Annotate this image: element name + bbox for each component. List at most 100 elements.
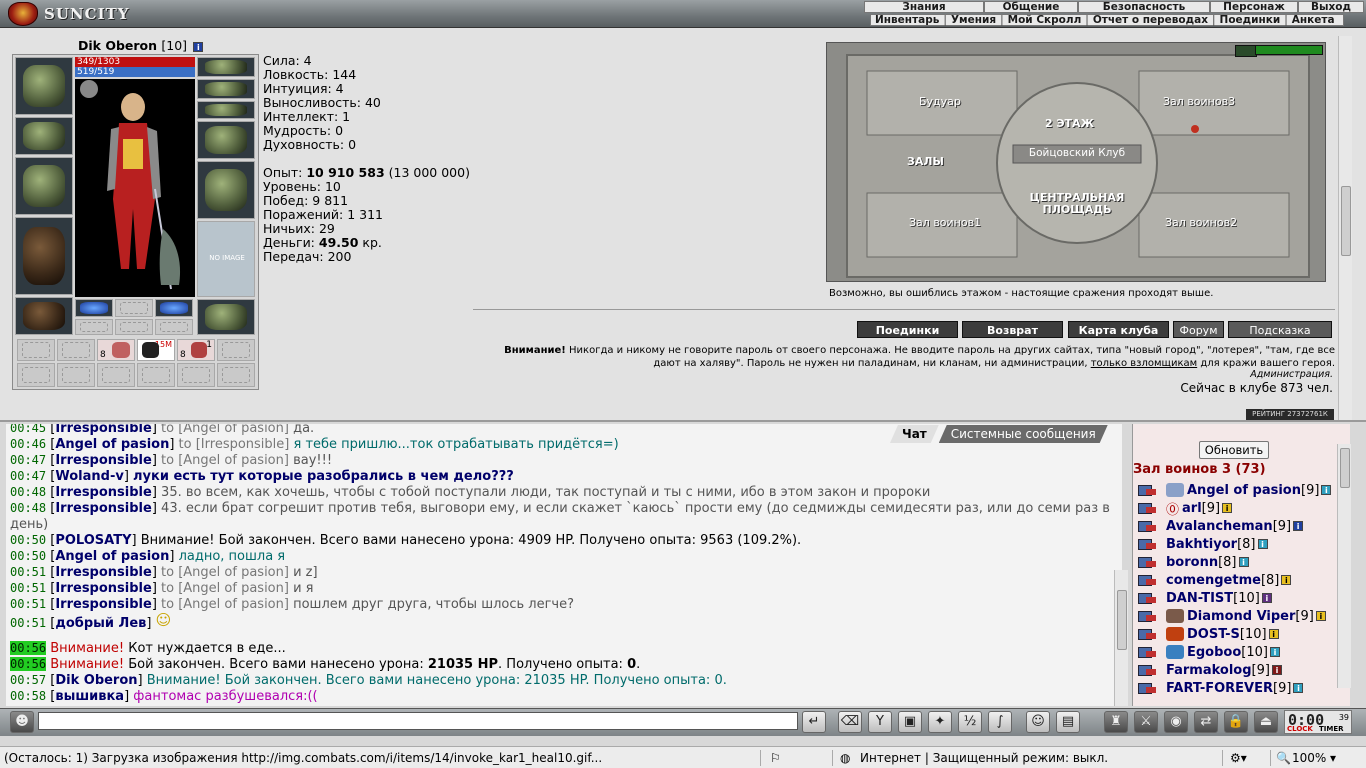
logo[interactable]: SUNCITY: [8, 2, 188, 26]
private-message-icon[interactable]: [1136, 591, 1158, 605]
submenu-profile[interactable]: Анкета: [1292, 14, 1335, 26]
scroll-thumb[interactable]: [1341, 186, 1351, 256]
private-message-icon[interactable]: [1136, 681, 1158, 695]
private-message-icon[interactable]: [1136, 609, 1158, 623]
user-info-icon[interactable]: i: [1315, 611, 1326, 621]
message-time[interactable]: 00:47: [10, 453, 46, 467]
zone-status[interactable]: Интернет | Защищенный режим: выкл.: [860, 747, 1108, 768]
user-info-icon[interactable]: i: [1281, 575, 1292, 585]
map-room-boudoir[interactable]: Будуар: [919, 95, 961, 108]
message-time[interactable]: 00:57: [10, 673, 46, 687]
message-time[interactable]: 00:48: [10, 485, 46, 499]
return-button[interactable]: Возврат: [962, 321, 1063, 338]
user-info-icon[interactable]: i: [1238, 557, 1249, 567]
user-info-icon[interactable]: i: [1261, 593, 1272, 603]
user-info-icon[interactable]: i: [1268, 629, 1279, 639]
submenu-scroll[interactable]: Мой Скролл: [1008, 14, 1082, 26]
weapon-slot[interactable]: [15, 157, 73, 215]
transfer-icon[interactable]: ⇄: [1194, 711, 1218, 733]
message-nick[interactable]: POLOSATY: [55, 533, 131, 548]
info-icon[interactable]: i: [193, 41, 204, 52]
rune-slot-6[interactable]: [155, 319, 193, 335]
map-room-fightclub[interactable]: Бойцовский Клуб: [1015, 147, 1139, 159]
clan-emblem-icon[interactable]: [1166, 627, 1184, 641]
user-nick[interactable]: Bakhtiyor: [1166, 537, 1237, 552]
security-icon[interactable]: ⚐: [770, 747, 781, 768]
rune-slot-1[interactable]: [75, 299, 113, 317]
user-entry[interactable]: Farmakolog [9] i: [1136, 661, 1282, 679]
user-entry[interactable]: Egoboo [10] i: [1136, 643, 1280, 661]
private-message-icon[interactable]: [1136, 519, 1158, 533]
warning-link[interactable]: только взломщикам: [1091, 358, 1197, 369]
belt-item-slot[interactable]: [97, 363, 135, 387]
message-time[interactable]: 00:58: [10, 689, 46, 703]
user-info-icon[interactable]: i: [1293, 521, 1304, 531]
menu-character[interactable]: Персонаж: [1210, 1, 1298, 13]
character-name[interactable]: Dik Oberon [10] i: [78, 38, 204, 53]
clan-emblem-icon[interactable]: [1166, 483, 1184, 497]
speaker-icon[interactable]: ☻: [10, 711, 34, 733]
translit-icon[interactable]: ∫: [988, 711, 1012, 733]
protected-mode-icon[interactable]: ⚙▾: [1230, 747, 1247, 768]
private-message-icon[interactable]: [1136, 645, 1158, 659]
zoom-icon[interactable]: 🔍: [1276, 747, 1291, 768]
message-nick[interactable]: Irresponsible: [55, 565, 151, 580]
submenu-skills[interactable]: Умения: [951, 14, 996, 26]
belt-item-slot[interactable]: [17, 339, 55, 361]
submenu-transfers[interactable]: Отчет о переводах: [1093, 14, 1208, 26]
exit-icon[interactable]: ⏏: [1254, 711, 1278, 733]
rune-slot-4[interactable]: [75, 319, 113, 335]
scroll-thumb[interactable]: [1340, 448, 1350, 488]
rune-slot-2[interactable]: [115, 299, 153, 317]
message-time[interactable]: 00:51: [10, 616, 46, 630]
belt-item-slot[interactable]: [137, 363, 175, 387]
user-entry[interactable]: Angel of pasion [9] i: [1136, 481, 1332, 499]
message-nick[interactable]: Irresponsible: [55, 485, 151, 500]
user-info-icon[interactable]: i: [1257, 539, 1268, 549]
message-nick[interactable]: Irresponsible: [55, 581, 151, 596]
message-recipient[interactable]: to [Angel of pasion]: [157, 453, 293, 468]
user-entry[interactable]: Avalancheman [9] i: [1136, 517, 1304, 535]
message-nick[interactable]: Irresponsible: [55, 501, 151, 516]
message-nick[interactable]: вышивка: [55, 689, 124, 704]
user-nick[interactable]: arl: [1182, 501, 1202, 516]
earrings-slot[interactable]: [197, 79, 255, 99]
message-time[interactable]: 00:50: [10, 549, 46, 563]
quiver-slot[interactable]: [197, 161, 255, 219]
private-message-icon[interactable]: [1136, 573, 1158, 587]
private-message-icon[interactable]: [1136, 663, 1158, 677]
scroll-thumb[interactable]: [1117, 590, 1127, 650]
message-nick[interactable]: Irresponsible: [55, 424, 151, 436]
belt-item-slot[interactable]: [57, 363, 95, 387]
message-nick[interactable]: добрый Лев: [55, 616, 146, 631]
armor-slot[interactable]: [15, 217, 73, 295]
menu-communication[interactable]: Общение: [984, 1, 1078, 13]
user-entry[interactable]: Diamond Viper [9] i: [1136, 607, 1326, 625]
inventory-icon[interactable]: ♜: [1104, 711, 1128, 733]
user-info-icon[interactable]: i: [1271, 665, 1282, 675]
user-entry[interactable]: boronn [8] i: [1136, 553, 1249, 571]
hint-button[interactable]: Подсказка: [1228, 321, 1332, 338]
menu-security[interactable]: Безопасность: [1078, 1, 1210, 13]
user-entry[interactable]: ⓪ arl [9] i: [1136, 499, 1233, 518]
forum-button[interactable]: Форум: [1173, 321, 1224, 338]
rune-slot-5[interactable]: [115, 319, 153, 335]
map-halls-label[interactable]: ЗАЛЫ: [907, 155, 944, 168]
club-map-button[interactable]: Карта клуба: [1068, 321, 1169, 338]
menu-exit[interactable]: Выход: [1298, 1, 1364, 13]
message-nick[interactable]: Angel of pasion: [55, 437, 169, 452]
user-info-icon[interactable]: i: [1222, 503, 1233, 513]
user-nick[interactable]: Avalancheman: [1166, 519, 1273, 534]
main-scrollbar[interactable]: [1338, 36, 1352, 420]
menu-knowledge[interactable]: Знания: [864, 1, 984, 13]
message-nick[interactable]: Irresponsible: [55, 597, 151, 612]
submenu-inventory[interactable]: Инвентарь: [875, 14, 939, 26]
map-room-warriors3[interactable]: Зал воинов3: [1163, 95, 1235, 108]
user-entry[interactable]: Bakhtiyor [8] i: [1136, 535, 1268, 553]
private-message-icon[interactable]: [1136, 555, 1158, 569]
message-recipient[interactable]: to [Angel of pasion]: [157, 424, 293, 436]
battles-button[interactable]: Поединки: [857, 321, 958, 338]
private-message-icon[interactable]: [1136, 627, 1158, 641]
message-time[interactable]: 00:51: [10, 565, 46, 579]
refresh-button[interactable]: Обновить: [1199, 441, 1269, 459]
